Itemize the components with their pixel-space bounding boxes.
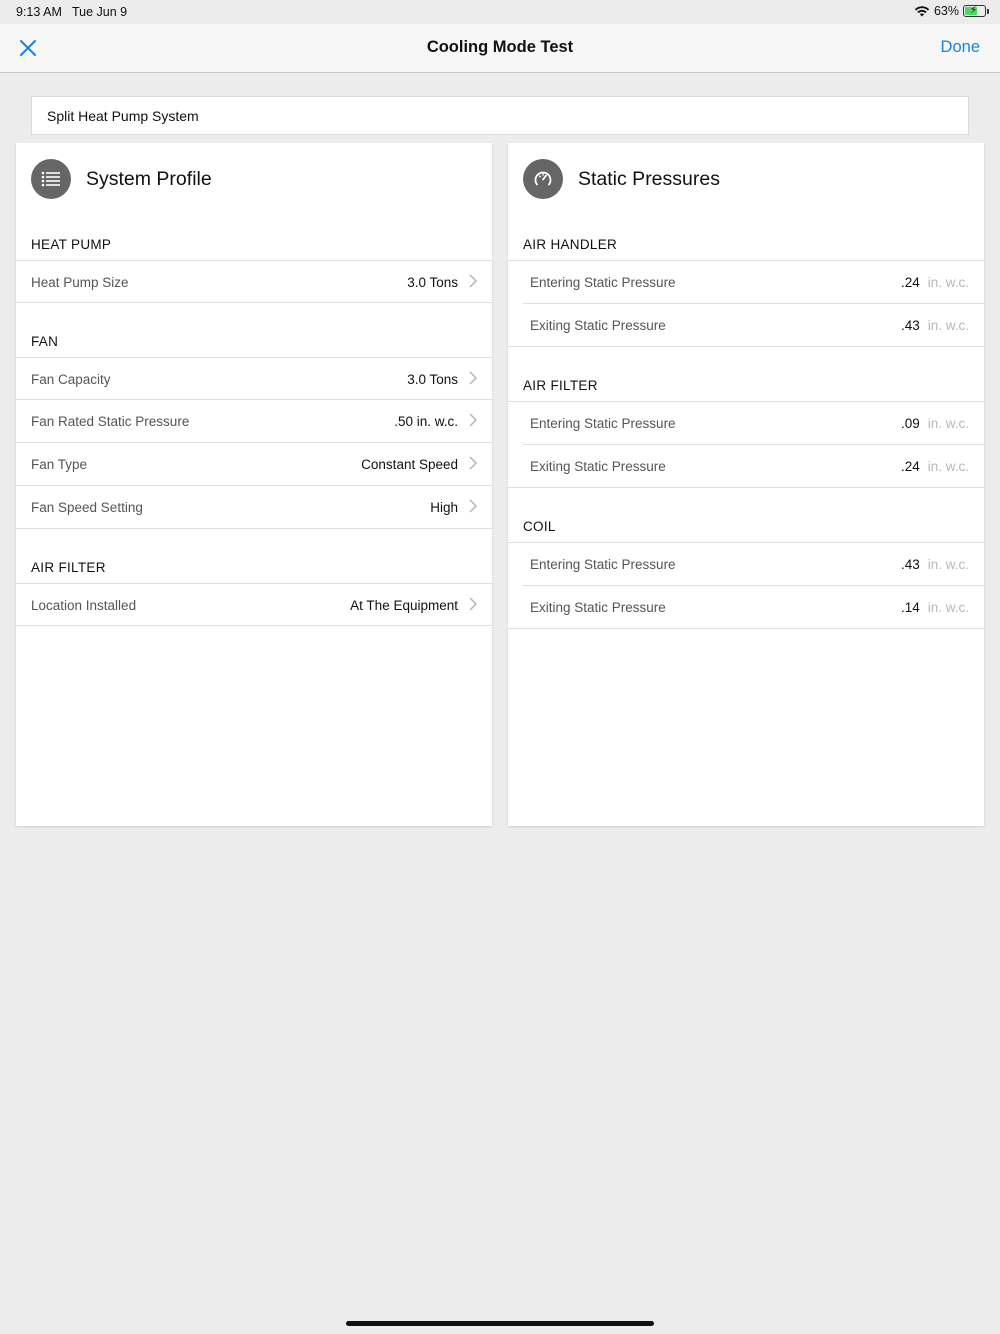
section-coil: COIL	[508, 488, 984, 542]
static-pressures-card: Static Pressures AIR HANDLER Entering St…	[508, 143, 984, 826]
system-type-field[interactable]: Split Heat Pump System	[31, 96, 969, 135]
done-button[interactable]: Done	[941, 38, 980, 57]
pressure-unit: in. w.c.	[927, 318, 969, 333]
pressure-value: .43 in. w.c.	[901, 318, 969, 333]
section-fan: FAN	[16, 303, 492, 357]
charging-bolt-icon: ⚡	[970, 5, 978, 16]
row-value: 3.0 Tons	[407, 372, 458, 387]
static-pressures-title: Static Pressures	[578, 168, 720, 190]
chevron-right-icon	[469, 274, 478, 288]
system-profile-card: System Profile HEAT PUMP Heat Pump Size …	[16, 143, 492, 826]
row-fan-rated-static-pressure[interactable]: Fan Rated Static Pressure .50 in. w.c.	[16, 400, 492, 443]
battery-percent: 63%	[933, 4, 959, 18]
section-air-filter: AIR FILTER	[16, 529, 492, 583]
row-label: Exiting Static Pressure	[530, 459, 666, 474]
row-value: At The Equipment	[350, 598, 458, 613]
row-value: 3.0 Tons	[407, 275, 458, 290]
row-coil-exiting[interactable]: Exiting Static Pressure .14 in. w.c.	[508, 586, 984, 629]
screen: 9:13 AM Tue Jun 9 63% ⚡ Cooling Mode Tes…	[0, 0, 1000, 1334]
row-label: Fan Type	[31, 457, 88, 472]
section-label: COIL	[523, 519, 556, 534]
status-date: Tue Jun 9	[72, 5, 128, 19]
row-label: Entering Static Pressure	[530, 275, 676, 290]
pressure-unit: in. w.c.	[927, 459, 969, 474]
pressure-unit: in. w.c.	[927, 275, 969, 290]
page-title: Cooling Mode Test	[426, 38, 574, 56]
row-label: Entering Static Pressure	[530, 557, 676, 572]
row-label: Fan Capacity	[31, 372, 111, 387]
chevron-right-icon	[469, 499, 478, 513]
row-air-handler-entering[interactable]: Entering Static Pressure .24 in. w.c.	[523, 261, 984, 304]
section-label: HEAT PUMP	[31, 237, 112, 252]
pressure-value: .24 in. w.c.	[901, 459, 969, 474]
row-label: Heat Pump Size	[31, 275, 129, 290]
system-profile-header: System Profile	[16, 143, 492, 223]
wifi-icon	[914, 6, 930, 17]
gauge-icon	[523, 159, 563, 199]
pressure-unit: in. w.c.	[927, 557, 969, 572]
pressure-value: .43 in. w.c.	[901, 557, 969, 572]
pressure-number[interactable]: .09	[901, 416, 920, 431]
section-heat-pump: HEAT PUMP	[16, 223, 492, 260]
row-location-installed[interactable]: Location Installed At The Equipment	[16, 583, 492, 626]
chevron-right-icon	[469, 371, 478, 385]
row-fan-type[interactable]: Fan Type Constant Speed	[16, 443, 492, 486]
status-bar: 9:13 AM Tue Jun 9 63% ⚡	[0, 0, 1000, 24]
pressure-number[interactable]: .43	[901, 318, 920, 333]
row-air-filter-exiting[interactable]: Exiting Static Pressure .24 in. w.c.	[508, 445, 984, 488]
status-indicators: 63% ⚡	[914, 4, 989, 18]
chevron-right-icon	[469, 413, 478, 427]
pressure-value: .14 in. w.c.	[901, 600, 969, 615]
row-label: Entering Static Pressure	[530, 416, 676, 431]
system-profile-title: System Profile	[86, 168, 212, 190]
pressure-number[interactable]: .14	[901, 600, 920, 615]
pressure-number[interactable]: .24	[901, 459, 920, 474]
home-indicator[interactable]	[346, 1321, 654, 1326]
navigation-bar: Cooling Mode Test Done	[0, 24, 1000, 73]
chevron-right-icon	[469, 456, 478, 470]
row-value: High	[430, 500, 458, 515]
pressure-value: .09 in. w.c.	[901, 416, 969, 431]
row-label: Exiting Static Pressure	[530, 600, 666, 615]
pressure-number[interactable]: .24	[901, 275, 920, 290]
pressure-value: .24 in. w.c.	[901, 275, 969, 290]
row-coil-entering[interactable]: Entering Static Pressure .43 in. w.c.	[523, 543, 984, 586]
pressure-unit: in. w.c.	[927, 600, 969, 615]
row-label: Exiting Static Pressure	[530, 318, 666, 333]
row-label: Fan Rated Static Pressure	[31, 414, 190, 429]
row-fan-speed-setting[interactable]: Fan Speed Setting High	[16, 486, 492, 529]
row-label: Location Installed	[31, 598, 137, 613]
row-fan-capacity[interactable]: Fan Capacity 3.0 Tons	[16, 357, 492, 400]
battery-icon: ⚡	[963, 5, 989, 17]
status-time: 9:13 AM	[16, 5, 62, 19]
list-icon	[31, 159, 71, 199]
row-label: Fan Speed Setting	[31, 500, 143, 515]
section-label: FAN	[31, 334, 59, 349]
row-air-handler-exiting[interactable]: Exiting Static Pressure .43 in. w.c.	[508, 304, 984, 347]
pressure-unit: in. w.c.	[927, 416, 969, 431]
row-value: Constant Speed	[361, 457, 458, 472]
row-heat-pump-size[interactable]: Heat Pump Size 3.0 Tons	[16, 260, 492, 303]
row-air-filter-entering[interactable]: Entering Static Pressure .09 in. w.c.	[523, 402, 984, 445]
static-pressures-header: Static Pressures	[508, 143, 984, 223]
row-value: .50 in. w.c.	[394, 414, 458, 429]
pressure-number[interactable]: .43	[901, 557, 920, 572]
section-label: AIR FILTER	[31, 560, 106, 575]
section-air-handler: AIR HANDLER	[508, 223, 984, 260]
section-label: AIR FILTER	[523, 378, 598, 393]
section-air-filter: AIR FILTER	[508, 347, 984, 401]
chevron-right-icon	[469, 597, 478, 611]
section-label: AIR HANDLER	[523, 237, 618, 252]
